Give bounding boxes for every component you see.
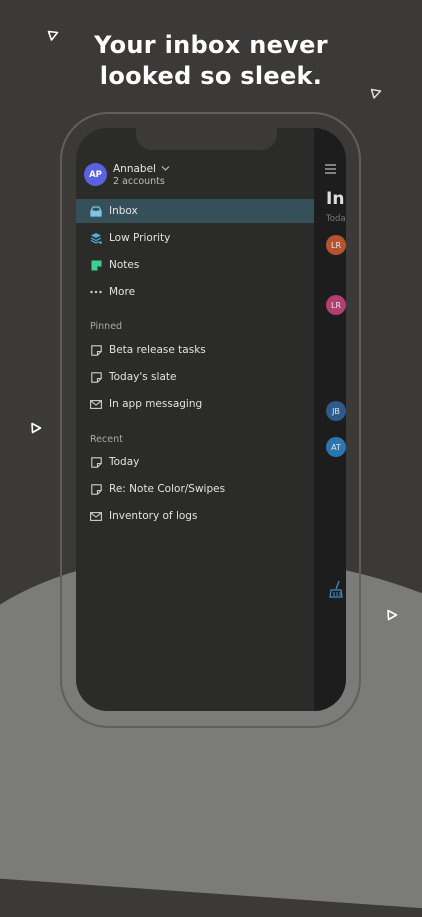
account-count: 2 accounts bbox=[113, 176, 165, 187]
phone-notch bbox=[136, 128, 277, 150]
pinned-item-label: In app messaging bbox=[109, 398, 203, 410]
note-outline-icon bbox=[90, 483, 102, 495]
recent-item-label: Inventory of logs bbox=[109, 510, 198, 522]
navigation-drawer: AP Annabel 2 accounts Inbox Low Priority bbox=[76, 128, 314, 711]
nav-item-low-priority[interactable]: Low Priority bbox=[76, 226, 314, 250]
nav-label: Inbox bbox=[109, 205, 138, 217]
recent-item[interactable]: Inventory of logs bbox=[76, 504, 314, 528]
inbox-icon bbox=[90, 205, 102, 217]
hamburger-menu-icon bbox=[325, 164, 336, 174]
recent-item[interactable]: Re: Note Color/Swipes bbox=[76, 477, 314, 501]
avatar: AP bbox=[84, 163, 107, 186]
pinned-item[interactable]: Today's slate bbox=[76, 365, 314, 389]
avatar: LR bbox=[326, 295, 346, 315]
nav-label: Notes bbox=[109, 259, 140, 271]
avatar: AT bbox=[326, 437, 346, 457]
nav-item-more[interactable]: More bbox=[76, 280, 314, 304]
more-icon bbox=[90, 286, 102, 298]
triangle-decoration-icon bbox=[31, 422, 42, 434]
note-icon bbox=[90, 259, 102, 271]
inbox-date-header: Toda bbox=[326, 214, 346, 224]
nav-item-inbox[interactable]: Inbox bbox=[76, 199, 314, 223]
avatar: LR bbox=[326, 235, 346, 255]
avatar: JB bbox=[326, 401, 346, 421]
inbox-peek[interactable]: In Toda LR LR JB AT bbox=[314, 128, 346, 711]
note-outline-icon bbox=[90, 456, 102, 468]
recent-item-label: Today bbox=[109, 456, 140, 468]
pinned-item-label: Beta release tasks bbox=[109, 344, 206, 356]
headline-line-2: looked so sleek. bbox=[99, 62, 323, 90]
pinned-item[interactable]: Beta release tasks bbox=[76, 338, 314, 362]
recent-item[interactable]: Today bbox=[76, 450, 314, 474]
mail-icon bbox=[90, 510, 102, 522]
nav-label: Low Priority bbox=[109, 232, 171, 244]
note-outline-icon bbox=[90, 371, 102, 383]
mail-icon bbox=[90, 398, 102, 410]
nav-item-notes[interactable]: Notes bbox=[76, 253, 314, 277]
pinned-item[interactable]: In app messaging bbox=[76, 392, 314, 416]
account-name-label: Annabel bbox=[113, 163, 156, 175]
headline: Your inbox never looked so sleek. bbox=[0, 30, 422, 92]
section-header-recent: Recent bbox=[90, 434, 123, 445]
pinned-item-label: Today's slate bbox=[109, 371, 177, 383]
sweep-broom-icon bbox=[329, 580, 343, 598]
triangle-decoration-icon bbox=[387, 609, 398, 621]
headline-line-1: Your inbox never bbox=[94, 31, 328, 59]
recent-item-label: Re: Note Color/Swipes bbox=[109, 483, 226, 495]
account-name: Annabel bbox=[113, 163, 170, 175]
nav-label: More bbox=[109, 286, 136, 298]
note-outline-icon bbox=[90, 344, 102, 356]
section-header-pinned: Pinned bbox=[90, 321, 123, 332]
account-switcher[interactable]: AP Annabel 2 accounts bbox=[84, 163, 304, 189]
inbox-title: In bbox=[326, 189, 345, 209]
phone-screen: AP Annabel 2 accounts Inbox Low Priority bbox=[76, 128, 346, 711]
chevron-down-icon bbox=[161, 166, 170, 171]
layers-icon bbox=[90, 232, 102, 244]
